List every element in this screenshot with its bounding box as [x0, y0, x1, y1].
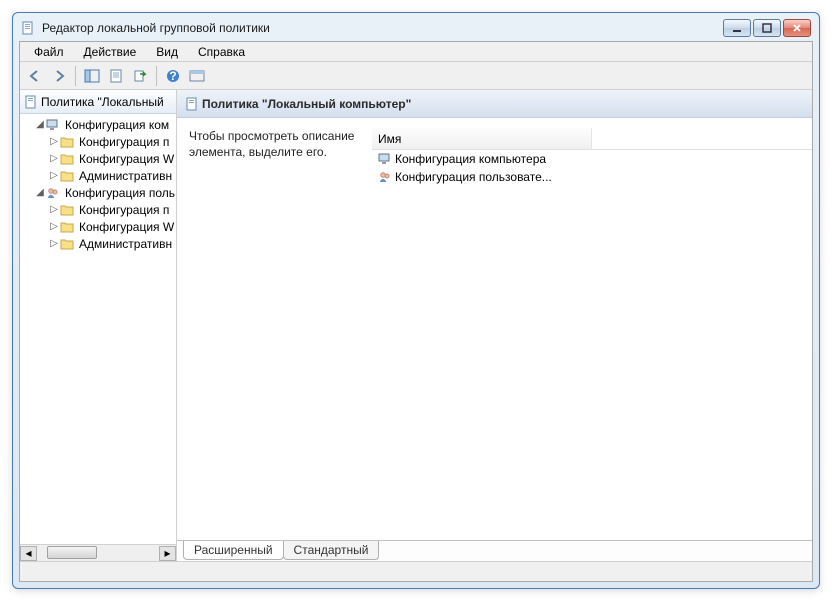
list-column: Имя Конфигурация компьютераКонфигурация … [372, 128, 812, 540]
maximize-button[interactable] [753, 19, 781, 37]
policy-icon [185, 97, 199, 111]
tree-node[interactable]: ▷ Административн [20, 167, 176, 184]
minimize-button[interactable] [723, 19, 751, 37]
tree-label: Конфигурация п [77, 203, 169, 217]
tree-label: Конфигурация поль [63, 186, 175, 200]
tree-node[interactable]: ◢ Конфигурация поль [20, 184, 176, 201]
folder-icon [60, 136, 74, 148]
list-item[interactable]: Конфигурация пользовате... [372, 168, 812, 186]
expander-icon[interactable]: ▷ [48, 204, 60, 215]
tree-label: Конфигурация ком [63, 118, 169, 132]
folder-icon [60, 153, 74, 165]
help-button[interactable]: ? [162, 65, 184, 87]
options-button[interactable] [186, 65, 208, 87]
expander-icon[interactable]: ◢ [34, 119, 46, 130]
properties-button[interactable] [105, 65, 127, 87]
folder-icon [60, 238, 74, 250]
detail-header-text: Политика "Локальный компьютер" [202, 97, 411, 111]
scroll-right-icon[interactable]: ▸ [159, 546, 176, 561]
expander-icon[interactable]: ▷ [48, 153, 60, 164]
comp-icon [46, 119, 60, 131]
close-button[interactable] [783, 19, 811, 37]
tab-extended[interactable]: Расширенный [183, 541, 284, 560]
scroll-left-icon[interactable]: ◂ [20, 546, 37, 561]
tree-label: Административн [77, 237, 172, 251]
menubar: Файл Действие Вид Справка [20, 42, 812, 62]
tree-label: Конфигурация W [77, 152, 174, 166]
expander-icon[interactable]: ◢ [34, 187, 46, 198]
list-item[interactable]: Конфигурация компьютера [372, 150, 812, 168]
list-header: Имя [372, 128, 812, 150]
column-name[interactable]: Имя [372, 128, 592, 149]
titlebar: Редактор локальной групповой политики [19, 19, 813, 41]
comp-icon [378, 153, 392, 165]
tree-root-label: Политика "Локальный [41, 95, 164, 109]
policy-icon [24, 95, 38, 109]
export-button[interactable] [129, 65, 151, 87]
forward-button[interactable] [48, 65, 70, 87]
window-controls [723, 19, 811, 37]
detail-pane: Политика "Локальный компьютер" Чтобы про… [177, 90, 812, 561]
tree-node[interactable]: ▷ Конфигурация п [20, 133, 176, 150]
expander-icon[interactable]: ▷ [48, 136, 60, 147]
svg-text:?: ? [169, 69, 176, 83]
window-inner: Файл Действие Вид Справка ? Политика "Ло… [19, 41, 813, 582]
expander-icon[interactable]: ▷ [48, 238, 60, 249]
tree-node[interactable]: ▷ Конфигурация W [20, 150, 176, 167]
user-icon [46, 187, 60, 199]
menu-action[interactable]: Действие [74, 43, 147, 61]
content-area: Политика "Локальный ◢Конфигурация ком▷Ко… [20, 90, 812, 561]
tree-node[interactable]: ◢ Конфигурация ком [20, 116, 176, 133]
list-item-label: Конфигурация компьютера [395, 152, 546, 166]
tree-label: Административн [77, 169, 172, 183]
user-icon [378, 171, 392, 183]
folder-icon [60, 221, 74, 233]
show-hide-tree-button[interactable] [81, 65, 103, 87]
detail-header: Политика "Локальный компьютер" [177, 90, 812, 118]
tree-pane: Политика "Локальный ◢Конфигурация ком▷Ко… [20, 90, 177, 561]
scroll-thumb[interactable] [47, 546, 97, 559]
back-button[interactable] [24, 65, 46, 87]
view-tabs: Расширенный Стандартный [177, 540, 812, 561]
toolbar-sep [75, 66, 76, 86]
detail-body: Чтобы просмотреть описание элемента, выд… [177, 118, 812, 540]
expander-icon[interactable]: ▷ [48, 170, 60, 181]
folder-icon [60, 204, 74, 216]
tree-header[interactable]: Политика "Локальный [20, 90, 176, 114]
tree-body: ◢Конфигурация ком▷Конфигурация п▷Конфигу… [20, 114, 176, 544]
app-window: Редактор локальной групповой политики Фа… [12, 12, 820, 589]
menu-view[interactable]: Вид [146, 43, 188, 61]
menu-file[interactable]: Файл [24, 43, 74, 61]
app-icon [21, 21, 35, 35]
tab-standard[interactable]: Стандартный [283, 541, 380, 560]
toolbar: ? [20, 62, 812, 90]
tree-node[interactable]: ▷ Конфигурация W [20, 218, 176, 235]
list-item-label: Конфигурация пользовате... [395, 170, 552, 184]
description-column: Чтобы просмотреть описание элемента, выд… [177, 128, 372, 540]
toolbar-sep [156, 66, 157, 86]
tree-node[interactable]: ▷ Административн [20, 235, 176, 252]
statusbar [20, 561, 812, 581]
tree-hscrollbar[interactable]: ◂ ▸ [20, 544, 176, 561]
expander-icon[interactable]: ▷ [48, 221, 60, 232]
description-text: Чтобы просмотреть описание элемента, выд… [189, 129, 354, 159]
scroll-track[interactable] [37, 546, 159, 561]
tree-label: Конфигурация W [77, 220, 174, 234]
window-title: Редактор локальной групповой политики [38, 21, 723, 35]
tree-node[interactable]: ▷ Конфигурация п [20, 201, 176, 218]
tree-label: Конфигурация п [77, 135, 169, 149]
menu-help[interactable]: Справка [188, 43, 255, 61]
list-items: Конфигурация компьютера Конфигурация поль… [372, 150, 812, 186]
folder-icon [60, 170, 74, 182]
